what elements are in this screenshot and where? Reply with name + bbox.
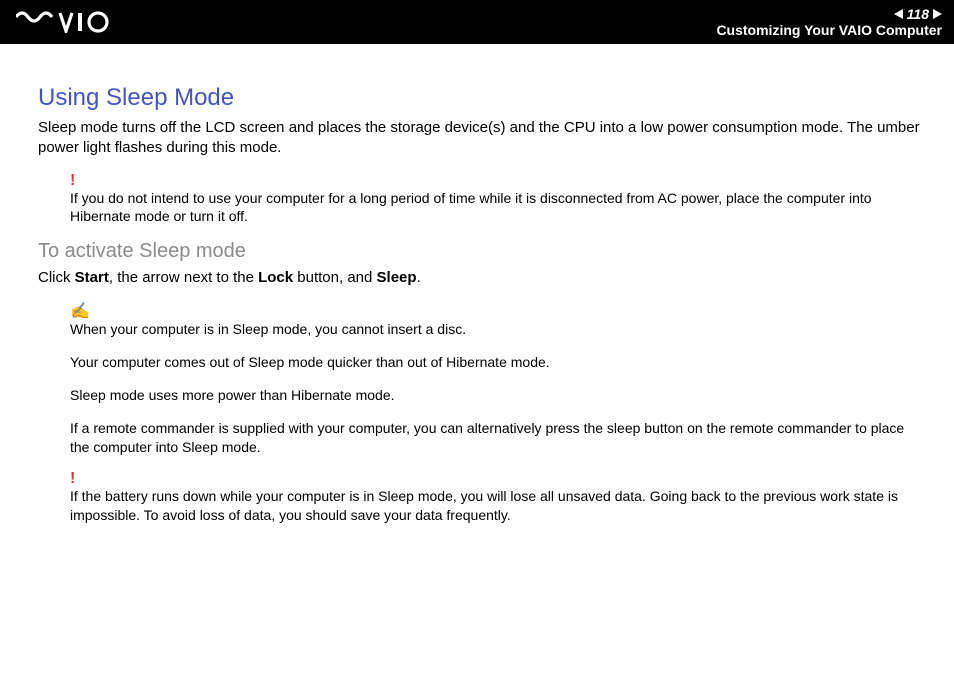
bold-lock: Lock xyxy=(258,269,293,286)
header-right: 118 Customizing Your VAIO Computer xyxy=(716,6,942,38)
bold-sleep: Sleep xyxy=(377,269,417,286)
warning-text-2: If the battery runs down while your comp… xyxy=(70,487,922,525)
warning-block-1: ! If you do not intend to use your compu… xyxy=(70,173,922,227)
notes-block: ✍ When your computer is in Sleep mode, y… xyxy=(70,304,922,524)
note-text-1: When your computer is in Sleep mode, you… xyxy=(70,320,922,339)
note-text-4: If a remote commander is supplied with y… xyxy=(70,419,922,457)
instr-text: , the arrow next to the xyxy=(109,269,258,286)
section-title: Customizing Your VAIO Computer xyxy=(716,22,942,38)
page-title: Using Sleep Mode xyxy=(38,84,932,112)
bold-start: Start xyxy=(75,269,109,286)
instr-text: . xyxy=(417,269,421,286)
instr-text: Click xyxy=(38,269,75,286)
subheading: To activate Sleep mode xyxy=(38,240,932,263)
vaio-logo xyxy=(16,11,126,33)
exclamation-icon: ! xyxy=(70,471,922,487)
page-number: 118 xyxy=(907,6,929,22)
instruction-line: Click Start, the arrow next to the Lock … xyxy=(38,269,932,286)
next-page-arrow-icon[interactable] xyxy=(933,9,942,19)
instr-text: button, and xyxy=(293,269,376,286)
intro-paragraph: Sleep mode turns off the LCD screen and … xyxy=(38,118,932,159)
page-content: Using Sleep Mode Sleep mode turns off th… xyxy=(0,44,954,525)
note-text-2: Your computer comes out of Sleep mode qu… xyxy=(70,353,922,372)
page-navigation: 118 xyxy=(716,6,942,22)
exclamation-icon: ! xyxy=(70,173,922,189)
note-text-3: Sleep mode uses more power than Hibernat… xyxy=(70,386,922,405)
warning-text-1: If you do not intend to use your compute… xyxy=(70,189,922,227)
pencil-icon: ✍ xyxy=(70,304,922,320)
header-bar: 118 Customizing Your VAIO Computer xyxy=(0,0,954,44)
prev-page-arrow-icon[interactable] xyxy=(894,9,903,19)
